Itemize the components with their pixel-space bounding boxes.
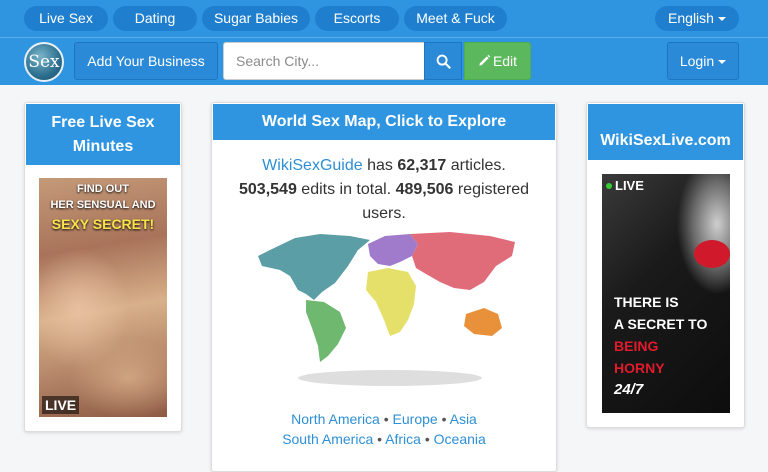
- stats-edits-text: edits in total.: [296, 181, 396, 198]
- ad-line5: 24/7: [614, 381, 644, 398]
- link-oceania[interactable]: Oceania: [434, 431, 486, 447]
- region-links-row2: South America • Africa • Oceania: [212, 429, 556, 449]
- site-stats-line1: WikiSexGuide has 62,317 articles.: [212, 154, 556, 178]
- right-panel-title[interactable]: WikiSexLive.com: [588, 104, 743, 160]
- world-map-panel: World Sex Map, Click to Explore WikiSexG…: [211, 102, 557, 472]
- link-north-america[interactable]: North America: [291, 411, 380, 427]
- live-badge: LIVE: [606, 178, 644, 194]
- right-panel: WikiSexLive.com LIVE THERE IS A SECRET T…: [586, 102, 745, 428]
- live-dot-icon: [606, 183, 612, 189]
- left-panel: Free Live Sex Minutes FIND OUT HER SENSU…: [24, 102, 182, 432]
- search-icon: [436, 54, 451, 69]
- ad-line3: SEXY SECRET!: [51, 216, 155, 232]
- separator: •: [379, 411, 393, 427]
- ad-lips: [694, 240, 730, 268]
- live-sex-ad-banner[interactable]: FIND OUT HER SENSUAL AND SEXY SECRET! LI…: [39, 178, 167, 417]
- site-stats-line3: users.: [362, 205, 406, 222]
- separator: •: [420, 431, 434, 447]
- add-business-button[interactable]: Add Your Business: [74, 42, 218, 80]
- pill-live-sex[interactable]: Live Sex: [24, 6, 108, 31]
- live-badge: LIVE: [42, 396, 80, 414]
- left-panel-title-line2: Minutes: [72, 138, 134, 155]
- separator: •: [373, 431, 386, 447]
- stats-registered-text: registered: [453, 181, 529, 198]
- world-map-title[interactable]: World Sex Map, Click to Explore: [213, 104, 555, 140]
- articles-count: 62,317: [397, 157, 447, 174]
- left-panel-title[interactable]: Free Live Sex Minutes: [26, 104, 180, 165]
- ad-line1: FIND OUT: [77, 183, 129, 195]
- region-links-row1: North America • Europe • Asia: [212, 409, 556, 429]
- world-map[interactable]: [240, 228, 532, 388]
- site-logo[interactable]: Sex: [24, 42, 64, 82]
- ad-line1: THERE IS: [614, 294, 679, 310]
- pencil-icon: [479, 54, 491, 66]
- site-stats-line2: 503,549 edits in total. 489,506 register…: [212, 178, 556, 202]
- wikisexguide-link[interactable]: WikiSexGuide: [262, 157, 362, 174]
- map-oceania[interactable]: [464, 308, 502, 336]
- ad-line3: BEING: [614, 338, 659, 354]
- separator: •: [437, 411, 450, 427]
- users-count: 489,506: [395, 181, 454, 198]
- live-badge-text: LIVE: [615, 178, 644, 193]
- map-antarctica[interactable]: [298, 370, 482, 386]
- stats-articles-text: articles.: [446, 157, 506, 174]
- chevron-down-icon: [717, 17, 726, 22]
- map-asia[interactable]: [410, 232, 515, 290]
- pill-sugar-babies[interactable]: Sugar Babies: [202, 6, 310, 31]
- map-europe[interactable]: [368, 234, 418, 266]
- link-africa[interactable]: Africa: [385, 431, 421, 447]
- link-europe[interactable]: Europe: [393, 411, 438, 427]
- link-asia[interactable]: Asia: [450, 411, 477, 427]
- ad-line2: A SECRET TO: [614, 316, 708, 332]
- edit-label: Edit: [492, 53, 518, 69]
- edits-count: 503,549: [239, 181, 297, 198]
- stats-has-text: has: [362, 157, 398, 174]
- map-south-america[interactable]: [306, 300, 346, 362]
- pill-escorts[interactable]: Escorts: [315, 6, 399, 31]
- wikisexlive-ad-banner[interactable]: LIVE THERE IS A SECRET TO BEING HORNY 24…: [602, 174, 730, 413]
- ad-line2: HER SENSUAL AND: [50, 199, 156, 211]
- language-selector[interactable]: English: [655, 6, 739, 31]
- map-north-america[interactable]: [258, 234, 370, 300]
- pill-dating[interactable]: Dating: [113, 6, 197, 31]
- top-category-bar: Live Sex Dating Sugar Babies Escorts Mee…: [0, 0, 768, 37]
- main-navbar: Sex Add Your Business Edit Login: [0, 37, 768, 85]
- login-label: Login: [679, 53, 715, 69]
- search-button[interactable]: [424, 42, 462, 80]
- map-africa[interactable]: [366, 268, 416, 336]
- chevron-down-icon: [718, 60, 727, 65]
- pill-meet-and-fuck[interactable]: Meet & Fuck: [404, 6, 507, 31]
- login-dropdown[interactable]: Login: [667, 42, 739, 80]
- edit-button[interactable]: Edit: [464, 42, 531, 80]
- link-south-america[interactable]: South America: [282, 431, 373, 447]
- language-label: English: [668, 10, 714, 26]
- ad-line4: HORNY: [614, 360, 665, 376]
- left-panel-title-line1: Free Live Sex: [51, 114, 155, 131]
- ad-photo: [39, 178, 167, 417]
- search-city-input[interactable]: [223, 42, 425, 80]
